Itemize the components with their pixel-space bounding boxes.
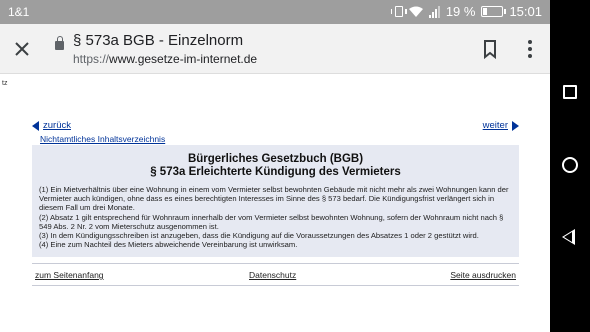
arrow-left-icon[interactable] <box>32 120 39 131</box>
next-link-group: weiter <box>483 120 519 131</box>
next-link[interactable]: weiter <box>483 120 508 131</box>
prev-link-group: zurück <box>32 120 71 131</box>
url-host: www.gesetze-im-internet.de <box>109 52 258 66</box>
close-icon <box>15 42 29 56</box>
toc-link[interactable]: Nichtamtliches Inhaltsverzeichnis <box>40 134 165 144</box>
arrow-right-icon[interactable] <box>512 120 519 131</box>
battery-percent: 19 % <box>445 4 476 19</box>
paragraph: (2) Absatz 1 gilt entsprechend für Wohnr… <box>39 212 504 231</box>
paragraph: (3) In dem Kündigungsschreiben ist anzug… <box>39 231 479 241</box>
page-title: § 573a BGB - Einzelnorm <box>73 32 244 49</box>
carrier-label: 1&1 <box>8 5 30 19</box>
web-page: tz zurück weiter Nichtamtliches Inhaltsv… <box>0 75 550 332</box>
signal-icon <box>428 5 440 18</box>
top-of-page-link[interactable]: zum Seitenanfang <box>35 270 104 280</box>
paragraph: (4) Eine zum Nachteil des Mieters abweic… <box>39 240 298 250</box>
clock: 15:01 <box>509 4 542 19</box>
browser-screen: 1&1 19 % 15:01 § 573a BGB - Einzelnorm h… <box>0 0 550 332</box>
recent-apps-icon[interactable] <box>563 85 577 99</box>
home-icon[interactable] <box>562 157 578 173</box>
back-icon[interactable] <box>562 229 575 245</box>
norm-content: Bürgerliches Gesetzbuch (BGB) § 573a Erl… <box>32 145 519 257</box>
law-title: Bürgerliches Gesetzbuch (BGB) <box>187 153 364 165</box>
footer-divider <box>32 285 519 286</box>
page-footer: zum Seitenanfang Datenschutz Seite ausdr… <box>35 270 516 282</box>
clipped-text-fragment: tz <box>2 80 8 87</box>
system-navigation-bar <box>550 0 590 332</box>
privacy-link[interactable]: Datenschutz <box>249 270 296 280</box>
browser-toolbar: § 573a BGB - Einzelnorm https://www.gese… <box>0 24 550 74</box>
close-button[interactable] <box>8 35 36 63</box>
paragraphs: (1) Ein Mietverhältnis über eine Wohnung… <box>39 185 515 249</box>
section-title: § 573a Erleichterte Kündigung des Vermie… <box>150 166 401 178</box>
lock-icon <box>55 36 64 50</box>
url-scheme: https:// <box>73 52 110 66</box>
footer-divider <box>32 263 519 264</box>
battery-icon <box>481 6 507 17</box>
bookmark-icon <box>484 40 496 60</box>
bookmark-button[interactable] <box>478 37 502 61</box>
norm-navigation: zurück weiter <box>32 120 519 134</box>
prev-link[interactable]: zurück <box>43 120 71 131</box>
status-bar: 1&1 19 % 15:01 <box>0 0 550 24</box>
status-icons: 19 % 15:01 <box>390 4 542 19</box>
paragraph: (1) Ein Mietverhältnis über eine Wohnung… <box>39 185 509 213</box>
wifi-icon <box>408 6 423 17</box>
overflow-menu-button[interactable] <box>518 37 542 61</box>
print-page-link[interactable]: Seite ausdrucken <box>450 270 516 280</box>
vibrate-icon <box>390 6 407 17</box>
url-bar[interactable]: https://www.gesetze-im-internet.de <box>73 52 257 66</box>
overflow-menu-icon <box>528 40 532 58</box>
